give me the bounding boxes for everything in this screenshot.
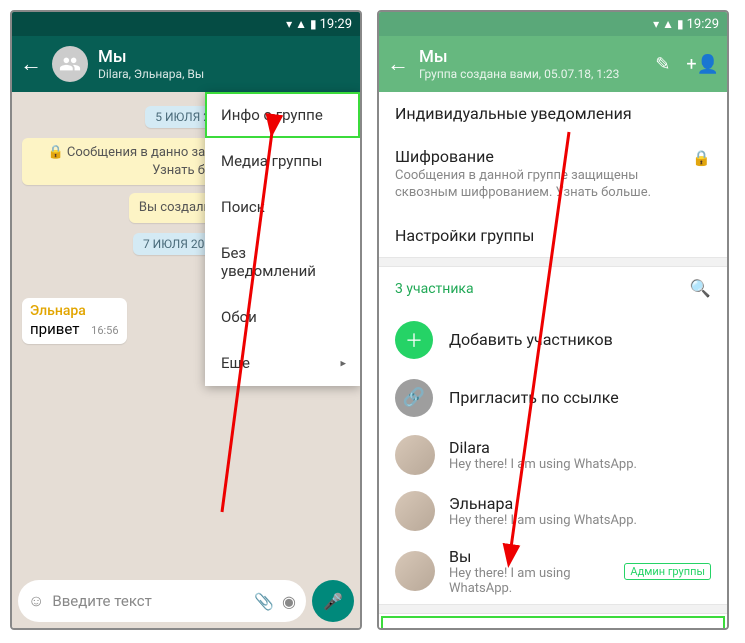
encryption-desc: Сообщения в данной группе защищены сквоз… <box>395 168 711 202</box>
participants-header: 3 участника 🔍 <box>379 267 727 311</box>
search-icon[interactable]: 🔍 <box>690 279 711 299</box>
status-time: 19:29 <box>320 17 352 32</box>
member-status: Hey there! I am using WhatsApp. <box>449 566 610 596</box>
divider <box>379 604 727 614</box>
add-person-icon[interactable]: +👤 <box>686 54 719 75</box>
group-title: Мы <box>419 47 645 67</box>
back-icon[interactable]: ← <box>20 51 42 77</box>
group-info-header: ← Мы Группа создана вами, 05.07.18, 1:23… <box>379 36 727 92</box>
menu-mute[interactable]: Без уведомлений <box>205 230 360 294</box>
chat-body: 5 ИЮЛЯ 20 🔒 Сообщения в данно защищены с… <box>12 92 360 574</box>
member-row[interactable]: Вы Hey there! I am using WhatsApp. Админ… <box>379 539 727 604</box>
chat-subtitle: Dilara, Эльнара, Вы <box>98 67 352 81</box>
signal-icon: ▲ <box>295 17 307 31</box>
message-input[interactable]: ☺ Введите текст 📎 ◉ <box>18 580 306 622</box>
row-exit-group[interactable]: ⇥ Выйти из группы <box>379 614 727 628</box>
message-input-bar: ☺ Введите текст 📎 ◉ 🎤 <box>12 574 360 628</box>
link-icon: 🔗 <box>395 379 433 417</box>
message-time: 16:56 <box>91 324 118 337</box>
menu-group-info[interactable]: Инфо о группе <box>205 92 360 138</box>
group-avatar[interactable] <box>52 46 88 82</box>
lock-icon: 🔒 <box>692 149 711 167</box>
menu-wallpaper[interactable]: Обои <box>205 294 360 340</box>
input-placeholder: Введите текст <box>52 592 246 610</box>
avatar <box>395 551 435 591</box>
menu-search[interactable]: Поиск <box>205 184 360 230</box>
member-status: Hey there! I am using WhatsApp. <box>449 513 711 528</box>
avatar <box>395 435 435 475</box>
attach-icon[interactable]: 📎 <box>254 592 274 611</box>
header-text[interactable]: Мы Dilara, Эльнара, Вы <box>98 47 352 81</box>
signal-icon: ▲ <box>662 17 674 31</box>
back-icon[interactable]: ← <box>387 51 409 77</box>
row-group-settings[interactable]: Настройки группы <box>379 214 727 257</box>
row-add-participants[interactable]: ＋ Добавить участников <box>379 311 727 369</box>
chat-header[interactable]: ← Мы Dilara, Эльнара, Вы <box>12 36 360 92</box>
mic-icon: 🎤 <box>323 592 343 611</box>
menu-more[interactable]: Еще ▸ <box>205 340 360 386</box>
member-name: Вы <box>449 547 610 566</box>
row-invite-link[interactable]: 🔗 Пригласить по ссылке <box>379 369 727 427</box>
avatar <box>395 491 435 531</box>
wifi-icon: ▾ <box>653 17 659 31</box>
group-subtitle: Группа создана вами, 05.07.18, 1:23 <box>419 67 645 81</box>
row-custom-notifications[interactable]: Индивидуальные уведомления <box>379 92 727 135</box>
phone-left: ▾ ▲ ▮ 19:29 ← Мы Dilara, Эльнара, Вы 5 И… <box>10 10 362 630</box>
status-time: 19:29 <box>687 17 719 32</box>
member-row[interactable]: Dilara Hey there! I am using WhatsApp. <box>379 427 727 483</box>
message-text: привет <box>30 320 79 338</box>
camera-icon[interactable]: ◉ <box>282 592 296 611</box>
phone-right: ▾ ▲ ▮ 19:29 ← Мы Группа создана вами, 05… <box>377 10 729 630</box>
battery-icon: ▮ <box>677 17 684 31</box>
edit-icon[interactable]: ✎ <box>655 54 670 75</box>
encryption-title: Шифрование <box>395 147 494 166</box>
group-icon <box>59 53 81 75</box>
chevron-right-icon: ▸ <box>340 357 346 370</box>
row-encryption[interactable]: Шифрование Сообщения в данной группе защ… <box>379 135 727 214</box>
member-status: Hey there! I am using WhatsApp. <box>449 457 711 472</box>
divider <box>379 257 727 267</box>
admin-badge: Админ группы <box>624 563 711 580</box>
participants-count: 3 участника <box>395 281 474 297</box>
member-name: Dilara <box>449 438 711 457</box>
emoji-icon[interactable]: ☺ <box>28 591 44 611</box>
member-name: Эльнара <box>449 494 711 513</box>
wifi-icon: ▾ <box>286 17 292 31</box>
add-person-icon: ＋ <box>395 321 433 359</box>
menu-group-media[interactable]: Медиа группы <box>205 138 360 184</box>
chat-title: Мы <box>98 47 352 67</box>
status-bar: ▾ ▲ ▮ 19:29 <box>12 12 360 36</box>
overflow-menu: Инфо о группе Медиа группы Поиск Без уве… <box>205 92 360 386</box>
group-info-body: Индивидуальные уведомления Шифрование Со… <box>379 92 727 628</box>
battery-icon: ▮ <box>310 17 317 31</box>
mic-button[interactable]: 🎤 <box>312 580 354 622</box>
member-row[interactable]: Эльнара Hey there! I am using WhatsApp. <box>379 483 727 539</box>
status-bar: ▾ ▲ ▮ 19:29 <box>379 12 727 36</box>
sender-name: Эльнара <box>30 303 119 319</box>
header-text: Мы Группа создана вами, 05.07.18, 1:23 <box>419 47 645 81</box>
